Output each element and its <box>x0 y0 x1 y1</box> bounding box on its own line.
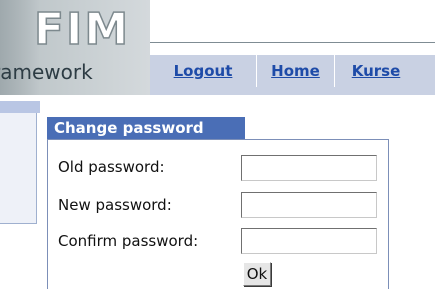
new-password-label: New password: <box>58 196 172 214</box>
new-password-field[interactable] <box>241 192 377 218</box>
left-sidebar <box>0 113 37 224</box>
header-spacer <box>0 95 435 101</box>
change-password-title: Change password <box>47 117 245 139</box>
confirm-password-row: Confirm password: <box>58 232 198 250</box>
old-password-row: Old password: <box>58 158 165 176</box>
new-password-row: New password: <box>58 196 172 214</box>
logo: FIM <box>33 4 131 55</box>
main-nav: Logout Home Kurse <box>150 55 417 87</box>
nav-home-link[interactable]: Home <box>257 55 335 87</box>
nav-logout-link[interactable]: Logout <box>150 55 257 87</box>
header: FIM ramework Logout Home Kurse <box>0 0 435 95</box>
confirm-password-field[interactable] <box>241 228 377 254</box>
logo-area: FIM ramework <box>0 0 150 95</box>
ok-button[interactable]: Ok <box>243 262 271 286</box>
logo-subtitle: ramework <box>0 60 93 84</box>
old-password-field[interactable] <box>241 155 377 181</box>
confirm-password-label: Confirm password: <box>58 232 199 250</box>
header-divider <box>150 42 435 43</box>
left-band-strip <box>0 101 40 113</box>
old-password-label: Old password: <box>58 158 165 176</box>
nav-kurse-link[interactable]: Kurse <box>335 55 417 87</box>
